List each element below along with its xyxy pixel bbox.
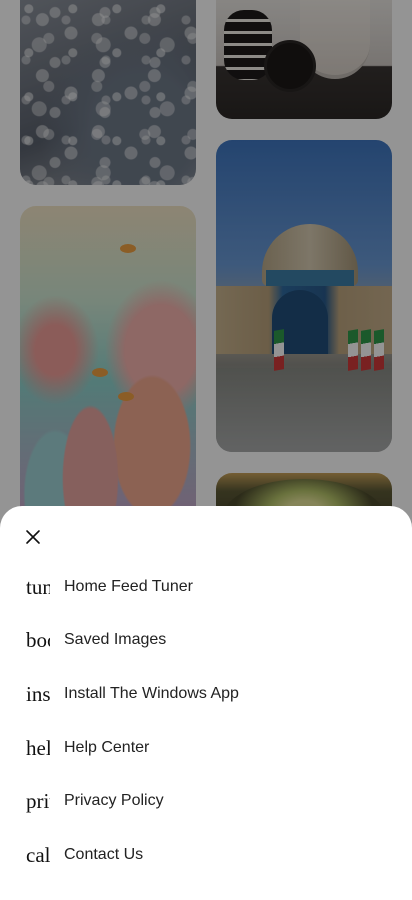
call-icon: call: [26, 842, 50, 867]
menu-item-home-feed-tuner[interactable]: tune Home Feed Tuner: [0, 560, 412, 614]
bookmark-icon: bookmark: [26, 628, 50, 653]
close-icon: [26, 530, 40, 544]
menu-item-saved-images[interactable]: bookmark Saved Images: [0, 614, 412, 668]
close-button[interactable]: [20, 524, 46, 550]
app-screen: tune Home Feed Tuner bookmark Saved Imag…: [0, 0, 412, 900]
menu-item-label: Help Center: [64, 738, 150, 756]
bottom-sheet-menu: tune Home Feed Tuner bookmark Saved Imag…: [0, 506, 412, 900]
menu-item-label: Saved Images: [64, 631, 167, 649]
menu-item-label: Privacy Policy: [64, 792, 164, 810]
menu-item-label: Install The Windows App: [64, 684, 239, 702]
menu-list: tune Home Feed Tuner bookmark Saved Imag…: [0, 560, 412, 882]
install-icon: install_desktop: [26, 681, 50, 706]
menu-item-help-center[interactable]: help Help Center: [0, 721, 412, 775]
menu-item-label: Contact Us: [64, 845, 144, 863]
help-icon: help: [26, 735, 50, 760]
menu-item-label: Home Feed Tuner: [64, 577, 193, 595]
menu-item-install-windows-app[interactable]: install_desktop Install The Windows App: [0, 667, 412, 721]
tune-icon: tune: [26, 574, 50, 599]
privacy-icon: privacy_tip: [26, 789, 50, 814]
menu-item-privacy-policy[interactable]: privacy_tip Privacy Policy: [0, 774, 412, 828]
menu-item-contact-us[interactable]: call Contact Us: [0, 828, 412, 882]
